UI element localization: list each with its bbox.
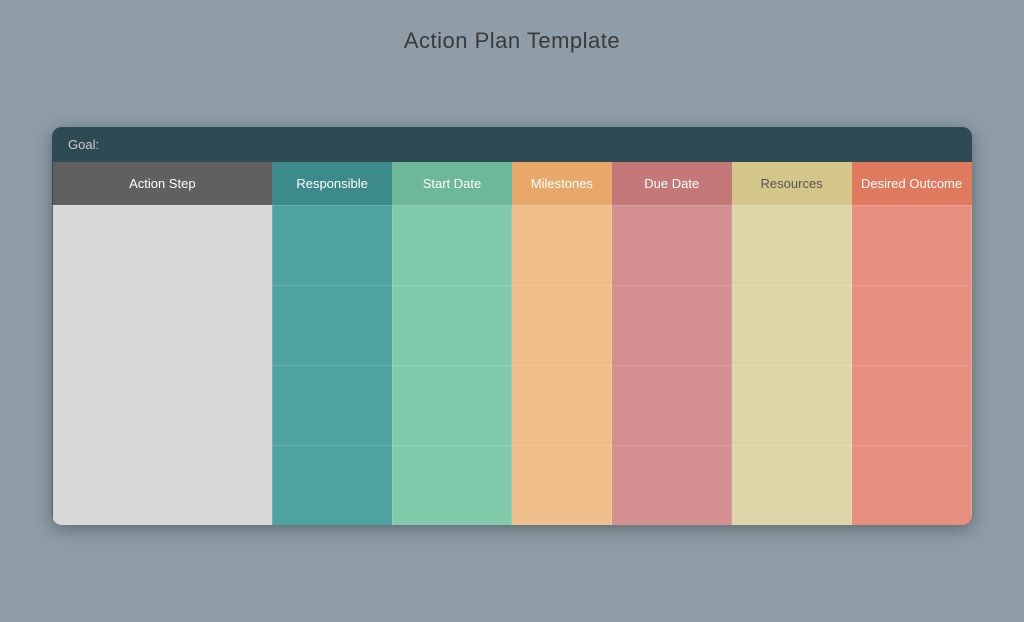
cell-res-3[interactable] (732, 445, 852, 525)
cell-due-2[interactable] (612, 365, 732, 445)
goal-bar: Goal: (52, 127, 972, 162)
cell-resp-2[interactable] (272, 365, 392, 445)
cell-due-0[interactable] (612, 205, 732, 285)
cell-mile-3[interactable] (512, 445, 612, 525)
cell-resp-3[interactable] (272, 445, 392, 525)
col-header-mile: Milestones (512, 162, 612, 206)
cell-mile-0[interactable] (512, 205, 612, 285)
cell-resp-0[interactable] (272, 205, 392, 285)
goal-label: Goal: (68, 137, 99, 152)
table-row (53, 365, 972, 445)
table-row (53, 205, 972, 285)
cell-start-0[interactable] (392, 205, 512, 285)
cell-due-1[interactable] (612, 285, 732, 365)
cell-res-0[interactable] (732, 205, 852, 285)
action-plan-table: Action StepResponsibleStart DateMileston… (52, 162, 972, 526)
cell-resp-1[interactable] (272, 285, 392, 365)
page-title: Action Plan Template (404, 28, 620, 54)
cell-action-3[interactable] (53, 445, 273, 525)
cell-start-2[interactable] (392, 365, 512, 445)
col-header-desired: Desired Outcome (852, 162, 972, 206)
cell-start-1[interactable] (392, 285, 512, 365)
table-row (53, 445, 972, 525)
col-header-start: Start Date (392, 162, 512, 206)
col-header-action: Action Step (53, 162, 273, 206)
cell-action-0[interactable] (53, 205, 273, 285)
cell-action-2[interactable] (53, 365, 273, 445)
cell-desired-1[interactable] (852, 285, 972, 365)
cell-action-1[interactable] (53, 285, 273, 365)
cell-desired-3[interactable] (852, 445, 972, 525)
table-row (53, 285, 972, 365)
cell-mile-2[interactable] (512, 365, 612, 445)
cell-desired-0[interactable] (852, 205, 972, 285)
cell-res-1[interactable] (732, 285, 852, 365)
cell-res-2[interactable] (732, 365, 852, 445)
cell-mile-1[interactable] (512, 285, 612, 365)
col-header-due: Due Date (612, 162, 732, 206)
cell-desired-2[interactable] (852, 365, 972, 445)
col-header-resp: Responsible (272, 162, 392, 206)
action-plan-container: Goal: Action StepResponsibleStart DateMi… (52, 127, 972, 526)
col-header-res: Resources (732, 162, 852, 206)
cell-due-3[interactable] (612, 445, 732, 525)
cell-start-3[interactable] (392, 445, 512, 525)
